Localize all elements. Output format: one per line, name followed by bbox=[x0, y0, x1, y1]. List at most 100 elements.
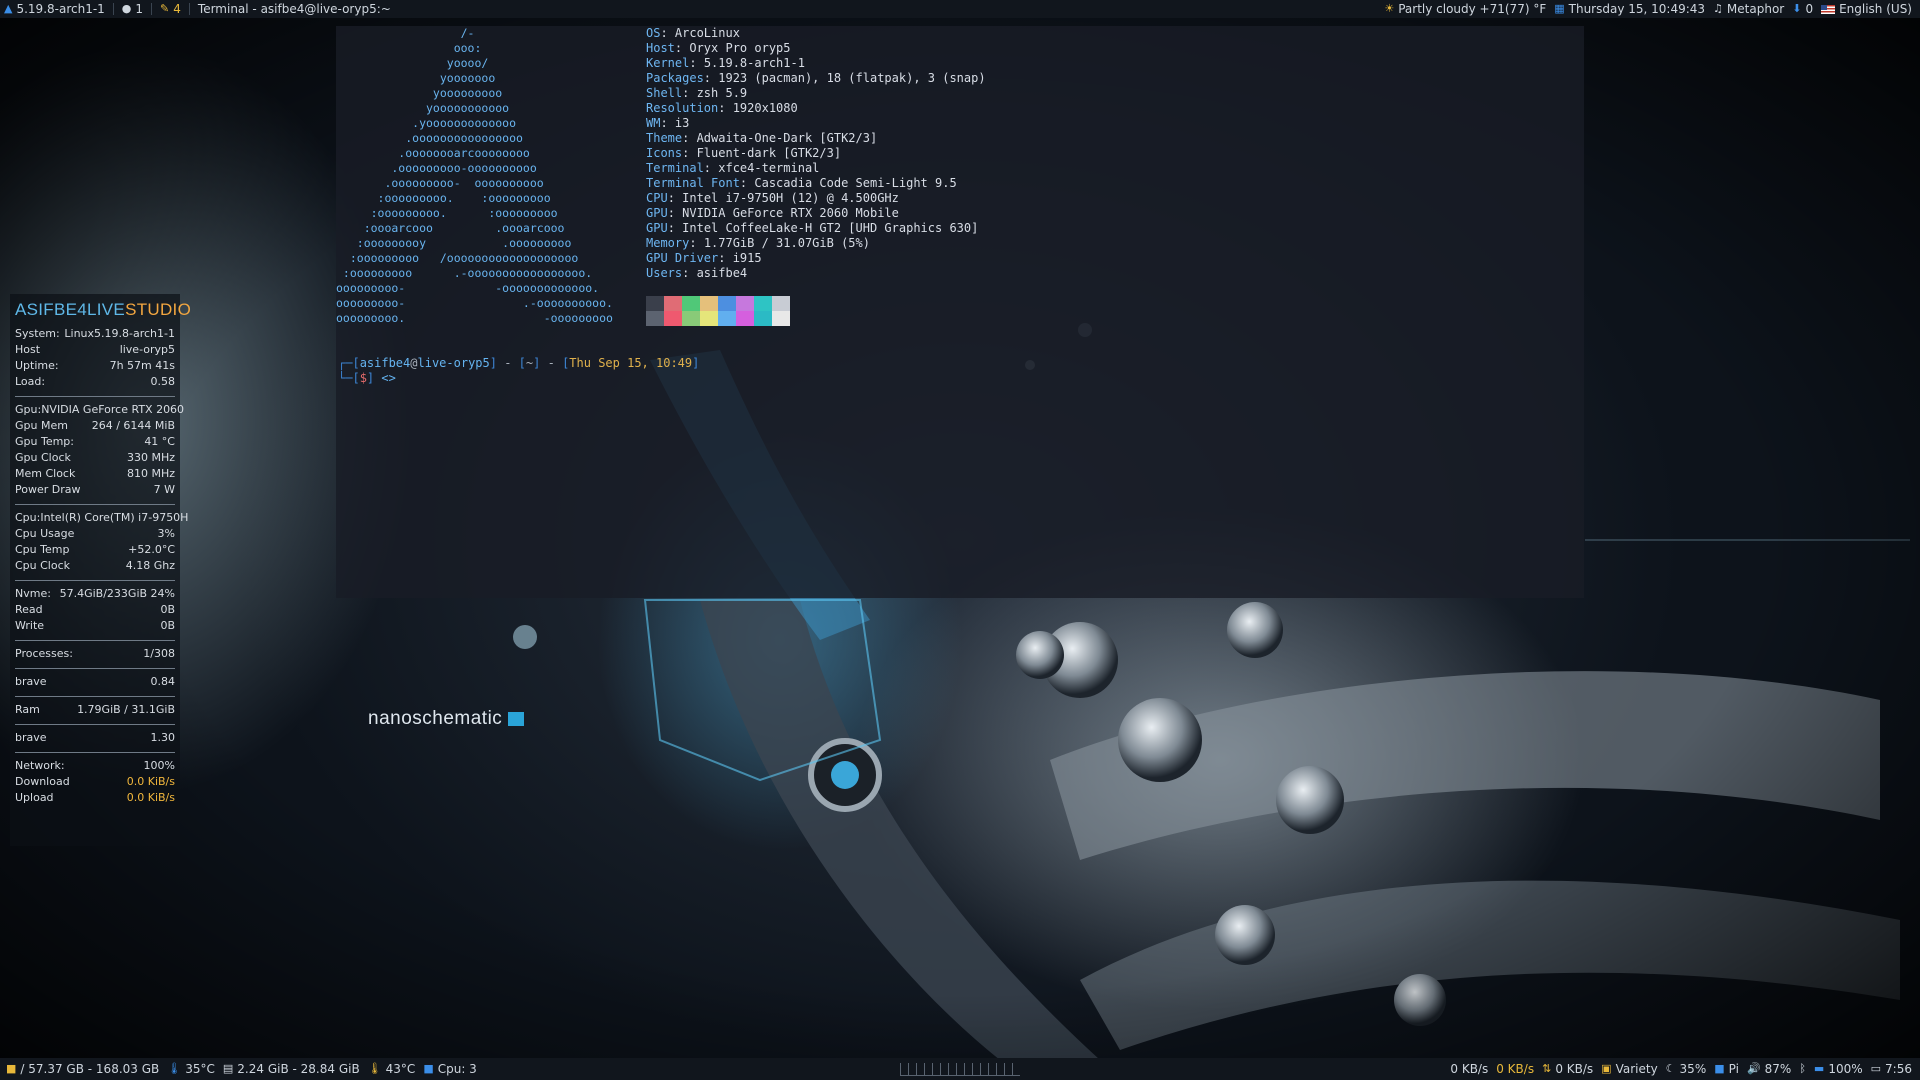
conky-panel: ASIFBE4LIVESTUDIO System: Linux5.19.8-arc… bbox=[10, 294, 191, 846]
prompt-line-1: ┌─[asifbe4@live-oryp5] - [~] - [Thu Sep … bbox=[338, 356, 700, 370]
conky-row: Write 0B bbox=[15, 618, 175, 634]
bluetooth-indicator[interactable]: ᛒ bbox=[1799, 1058, 1806, 1080]
color-swatch bbox=[772, 296, 790, 311]
conky-label: Gpu Mem bbox=[15, 419, 68, 432]
wallpaper-brand-text: nanoschematic bbox=[368, 708, 503, 729]
prompt-date: Thu Sep 15, 10:49 bbox=[569, 356, 693, 370]
conky-value: Intel(R) Core(TM) i7-9750H bbox=[40, 511, 189, 524]
arch-logo-icon: ▲ bbox=[4, 2, 13, 15]
conky-value: 0B bbox=[160, 619, 175, 632]
divider bbox=[15, 668, 175, 669]
disk-text: / 57.37 GB - 168.03 GB bbox=[20, 1062, 160, 1076]
conky-row: Power Draw 7 W bbox=[15, 482, 175, 498]
conky-cpu-section: Cpu: Intel(R) Core(TM) i7-9750H Cpu Usage 3… bbox=[15, 510, 188, 574]
color-swatch bbox=[646, 311, 664, 326]
neofetch-value: 1923 (pacman), 18 (flatpak), 3 (snap) bbox=[718, 71, 986, 85]
conky-label: Uptime: bbox=[15, 359, 59, 372]
conky-value: 7h 57m 41s bbox=[109, 359, 175, 372]
conky-value: 330 MHz bbox=[126, 451, 175, 464]
conky-value: 41 °C bbox=[144, 435, 175, 448]
volume-indicator[interactable]: 🔊 87% bbox=[1747, 1058, 1791, 1080]
weather-icon: ☀ bbox=[1384, 2, 1395, 15]
prompt-host: live-oryp5 bbox=[417, 356, 490, 370]
conky-gpu-section: Gpu: NVIDIA GeForce RTX 2060 Gpu Mem 264 / … bbox=[15, 402, 184, 498]
neofetch-colon: : bbox=[718, 251, 733, 265]
terminal-window[interactable]: /- ooo: yoooo/ yooooooo yooooooooo yoooo… bbox=[336, 26, 1584, 598]
conky-value: 0.0 KiB/s bbox=[126, 791, 175, 804]
neofetch-row: GPU: NVIDIA GeForce RTX 2060 Mobile bbox=[646, 206, 986, 221]
conky-processes: Processes: 1/308 bbox=[15, 647, 175, 660]
prompt-line-2[interactable]: └─[$] <> bbox=[338, 371, 699, 386]
conky-label: Load: bbox=[15, 375, 46, 388]
neofetch-colon: : bbox=[718, 101, 733, 115]
conky-row: Network: 100% bbox=[15, 758, 175, 774]
downloads-indicator[interactable]: ⬇ 0 bbox=[1792, 0, 1813, 18]
weather-indicator[interactable]: ☀ Partly cloudy +71(77) °F bbox=[1384, 0, 1546, 18]
neofetch-row: CPU: Intel i7-9750H (12) @ 4.500GHz bbox=[646, 191, 986, 206]
pi-indicator[interactable]: ■ Pi bbox=[1714, 1058, 1739, 1080]
cpu-indicator[interactable]: ■ Cpu: 3 bbox=[423, 1058, 477, 1080]
neofetch-value: 5.19.8-arch1-1 bbox=[703, 56, 805, 70]
conky-row: Cpu Clock 4.18 Ghz bbox=[15, 558, 175, 574]
variety-indicator[interactable]: ▣ Variety bbox=[1601, 1058, 1658, 1080]
neofetch-row: WM: i3 bbox=[646, 116, 986, 131]
temp2-text: 43°C bbox=[385, 1062, 416, 1076]
memory-icon: ▤ bbox=[222, 1062, 234, 1075]
conky-network-section: Network: 100% Download 0.0 KiB/s Upload 0.0 K… bbox=[15, 758, 175, 806]
time-indicator[interactable]: ▭ 7:56 bbox=[1871, 1058, 1912, 1080]
clock-indicator[interactable]: ▦ Thursday 15, 10:49:43 bbox=[1554, 0, 1705, 18]
neofetch-value: i3 bbox=[674, 116, 690, 130]
prompt-cursor[interactable]: <> bbox=[381, 371, 395, 385]
color-swatch bbox=[646, 296, 664, 311]
brightness-indicator[interactable]: ☾ 35% bbox=[1666, 1058, 1707, 1080]
conky-top-cpu: brave 0.84 bbox=[15, 675, 175, 688]
neofetch-colon: : bbox=[703, 161, 719, 175]
conky-label: Write bbox=[15, 619, 45, 632]
conky-row: Uptime: 7h 57m 41s bbox=[15, 358, 175, 374]
color-swatch bbox=[718, 296, 736, 311]
variety-text: Variety bbox=[1615, 1062, 1658, 1076]
conky-row: Upload 0.0 KiB/s bbox=[15, 790, 175, 806]
neofetch-value: Intel CoffeeLake-H GT2 [UHD Graphics 630… bbox=[682, 221, 979, 235]
conky-brand: ASIFBE4LIVESTUDIO bbox=[15, 298, 191, 322]
user-icon: ● bbox=[121, 2, 132, 15]
conky-label: Gpu Clock bbox=[15, 451, 71, 464]
color-swatch bbox=[754, 311, 772, 326]
neofetch-row: Memory: 1.77GiB / 31.07GiB (5%) bbox=[646, 236, 986, 251]
net-up-text: 0 KB/s bbox=[1450, 1062, 1489, 1076]
player-indicator[interactable]: ♫ Metaphor bbox=[1713, 0, 1784, 18]
shell-prompt[interactable]: ┌─[asifbe4@live-oryp5] - [~] - [Thu Sep … bbox=[338, 356, 699, 386]
neofetch-key: WM bbox=[646, 116, 661, 130]
conky-row: Gpu Temp: 41 °C bbox=[15, 434, 175, 450]
workspace-ticks bbox=[900, 1063, 1020, 1076]
net-total-indicator: ⇅ 0 KB/s bbox=[1542, 1058, 1593, 1080]
conky-ram: Ram 1.79GiB / 31.1GiB bbox=[15, 703, 175, 716]
memory-text: 2.24 GiB - 28.84 GiB bbox=[237, 1062, 360, 1076]
neofetch-colon: : bbox=[689, 56, 704, 70]
conky-label: Cpu Temp bbox=[15, 543, 70, 556]
datetime-text: Thursday 15, 10:49:43 bbox=[1568, 2, 1706, 16]
pencil-icon: ✎ bbox=[160, 2, 170, 15]
divider bbox=[15, 504, 175, 505]
neofetch-row: Host: Oryx Pro oryp5 bbox=[646, 41, 986, 56]
conky-row: Gpu Mem 264 / 6144 MiB bbox=[15, 418, 175, 434]
neofetch-value: Fluent-dark [GTK2/3] bbox=[696, 146, 842, 160]
conky-row: Gpu: NVIDIA GeForce RTX 2060 bbox=[15, 402, 184, 418]
disk-indicator[interactable]: ■ / 57.37 GB - 168.03 GB bbox=[6, 1058, 159, 1080]
conky-value: 100% bbox=[143, 759, 175, 772]
battery-indicator[interactable]: ▬ 100% bbox=[1814, 1058, 1863, 1080]
conky-row: Host live-oryp5 bbox=[15, 342, 175, 358]
updates-indicator[interactable]: ✎ 4 bbox=[160, 0, 181, 18]
keyboard-layout-indicator[interactable]: English (US) bbox=[1821, 0, 1912, 18]
conky-label: Read bbox=[15, 603, 43, 616]
neofetch-key: CPU bbox=[646, 191, 668, 205]
image-icon: ▣ bbox=[1601, 1062, 1612, 1075]
neofetch-key: Users bbox=[646, 266, 683, 280]
neofetch-row: Terminal: xfce4-terminal bbox=[646, 161, 986, 176]
neofetch-value: Oryx Pro oryp5 bbox=[689, 41, 791, 55]
conky-top-mem: brave 1.30 bbox=[15, 731, 175, 744]
memory-indicator[interactable]: ▤ 2.24 GiB - 28.84 GiB bbox=[223, 1058, 360, 1080]
neofetch-colon: : bbox=[660, 26, 675, 40]
neofetch-key: GPU bbox=[646, 206, 668, 220]
conky-value: 3% bbox=[157, 527, 175, 540]
